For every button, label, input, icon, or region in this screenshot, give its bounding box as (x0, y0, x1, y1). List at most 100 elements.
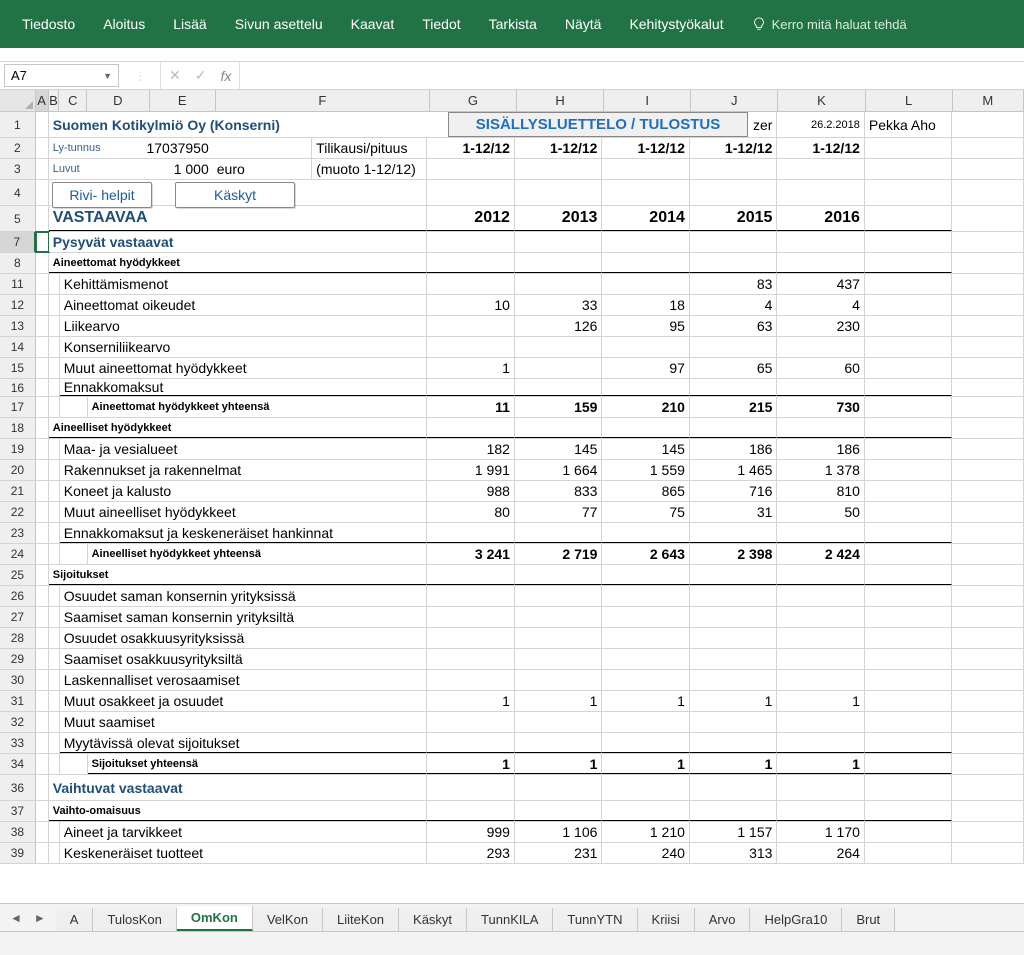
grid-row: 27Saamiset saman konsernin yrityksiltä (0, 607, 1024, 628)
ribbon-tab-aloitus[interactable]: Aloitus (89, 0, 159, 48)
grid-row: 33Myytävissä olevat sijoitukset (0, 733, 1024, 754)
grid-row: 18Aineelliset hyödykkeet (0, 418, 1024, 439)
col-header[interactable]: H (517, 90, 604, 111)
ribbon-tab-kehitystyokalut[interactable]: Kehitystyökalut (615, 0, 737, 48)
row-header[interactable]: 2 (0, 138, 36, 158)
sheet-tab-liitekon[interactable]: LiiteKon (323, 908, 399, 931)
sheet-tab-helpgra10[interactable]: HelpGra10 (750, 908, 842, 931)
grid-row: 7 Pysyvät vastaavat (0, 232, 1024, 253)
grid-row: 20Rakennukset ja rakennelmat1 9911 6641 … (0, 460, 1024, 481)
grid-row: 3 Luvut 1 000 euro (muoto 1-12/12) (0, 159, 1024, 180)
kaskyt-button[interactable]: Käskyt (175, 182, 295, 208)
tell-me-search[interactable]: Kerro mitä haluat tehdä (738, 0, 921, 48)
cancel-icon[interactable]: ✕ (169, 67, 181, 84)
grid-row: 16Ennakkomaksut (0, 379, 1024, 397)
name-box-value: A7 (11, 68, 27, 83)
name-box-divider: ⋮ (121, 62, 161, 89)
formula-buttons: ✕ ✓ fx (161, 62, 240, 89)
sheet-tab-a[interactable]: A (56, 908, 94, 931)
grid-row: 2 Ly-tunnus 17037950 Tilikausi/pituus 1-… (0, 138, 1024, 159)
sheet-tab-tuloskon[interactable]: TulosKon (93, 908, 176, 931)
grid-row: 28Osuudet osakkuusyrityksissä (0, 628, 1024, 649)
chevron-down-icon: ▼ (103, 71, 112, 81)
grid-row: 38Aineet ja tarvikkeet9991 1061 2101 157… (0, 822, 1024, 843)
grid-row: 11Kehittämismenot83437 (0, 274, 1024, 295)
company-name[interactable]: Suomen Kotikylmiö Oy (Konserni) (49, 112, 428, 137)
grid-row: 15Muut aineettomat hyödykkeet1976560 (0, 358, 1024, 379)
row-header[interactable]: 3 (0, 159, 36, 179)
col-header[interactable]: G (430, 90, 517, 111)
col-header[interactable]: J (691, 90, 778, 111)
grid-row: 36Vaihtuvat vastaavat (0, 775, 1024, 801)
grid-row: 17Aineettomat hyödykkeet yhteensä1115921… (0, 397, 1024, 418)
grid-row: 13Liikearvo1269563230 (0, 316, 1024, 337)
grid-row: 30Laskennalliset verosaamiset (0, 670, 1024, 691)
grid-row: 34Sijoitukset yhteensä11111 (0, 754, 1024, 775)
col-header[interactable]: M (953, 90, 1024, 111)
sheet-bar: ◄ ► ATulosKonOmKonVelKonLiiteKonKäskytTu… (0, 903, 1024, 931)
ribbon-tab-tarkista[interactable]: Tarkista (475, 0, 551, 48)
grid-row: 37Vaihto-omaisuus (0, 801, 1024, 822)
formula-input[interactable] (240, 62, 1024, 89)
grid-row: 21Koneet ja kalusto988833865716810 (0, 481, 1024, 502)
sheet-tab-arvo[interactable]: Arvo (695, 908, 751, 931)
col-header[interactable]: B (49, 90, 60, 111)
rivi-helpit-button[interactable]: Rivi- helpit (52, 182, 152, 208)
name-box[interactable]: A7 ▼ (4, 64, 119, 87)
sheet-tab-brut[interactable]: Brut (842, 908, 895, 931)
tell-me-label: Kerro mitä haluat tehdä (772, 17, 907, 32)
sheet-next-icon[interactable]: ► (34, 911, 46, 925)
grid-row: 24Aineelliset hyödykkeet yhteensä3 2412 … (0, 544, 1024, 565)
ribbon-tab-lisaa[interactable]: Lisää (159, 0, 220, 48)
fx-icon[interactable]: fx (220, 68, 231, 84)
status-bar (0, 931, 1024, 955)
col-header[interactable]: I (604, 90, 691, 111)
select-all-corner[interactable] (0, 90, 36, 111)
sheet-tab-käskyt[interactable]: Käskyt (399, 908, 467, 931)
grid-row: 14Konserniliikearvo (0, 337, 1024, 358)
col-header[interactable]: F (216, 90, 430, 111)
ribbon-tab-sivun-asettelu[interactable]: Sivun asettelu (221, 0, 337, 48)
sheet-tab-kriisi[interactable]: Kriisi (638, 908, 695, 931)
row-header[interactable]: 4 (0, 180, 36, 205)
ribbon: Tiedosto Aloitus Lisää Sivun asettelu Ka… (0, 0, 1024, 48)
sheet-prev-icon[interactable]: ◄ (10, 911, 22, 925)
row-header[interactable]: 1 (0, 112, 36, 137)
grid-row: 39Keskeneräiset tuotteet293231240313264 (0, 843, 1024, 864)
col-header[interactable]: L (866, 90, 953, 111)
grid-row: 12Aineettomat oikeudet10331844 (0, 295, 1024, 316)
sheet-nav: ◄ ► (0, 904, 56, 931)
col-header[interactable]: K (778, 90, 865, 111)
confirm-icon[interactable]: ✓ (195, 67, 207, 84)
grid-row: 23Ennakkomaksut ja keskeneräiset hankinn… (0, 523, 1024, 544)
sheet-tab-velkon[interactable]: VelKon (253, 908, 323, 931)
bulb-icon (752, 17, 766, 31)
ribbon-tab-tiedot[interactable]: Tiedot (408, 0, 474, 48)
sisalto-button[interactable]: SISÄLLYSLUETTELO / TULOSTUS (448, 112, 748, 137)
grid-row: 29Saamiset osakkuusyrityksiltä (0, 649, 1024, 670)
row-header[interactable]: 8 (0, 253, 36, 273)
sheet-tab-omkon[interactable]: OmKon (177, 906, 253, 931)
grid-row: 25Sijoitukset (0, 565, 1024, 586)
ribbon-tab-tiedosto[interactable]: Tiedosto (8, 0, 89, 48)
grid: SISÄLLYSLUETTELO / TULOSTUS Rivi- helpit… (0, 112, 1024, 902)
grid-row: 26Osuudet saman konsernin yrityksissä (0, 586, 1024, 607)
row-header[interactable]: 5 (0, 206, 36, 231)
col-header[interactable]: D (87, 90, 149, 111)
grid-row: 8 Aineettomat hyödykkeet (0, 253, 1024, 274)
grid-row: 22Muut aineelliset hyödykkeet8077753150 (0, 502, 1024, 523)
col-header[interactable]: C (59, 90, 87, 111)
ribbon-gap (0, 48, 1024, 62)
formula-bar: A7 ▼ ⋮ ✕ ✓ fx (0, 62, 1024, 90)
ribbon-tab-kaavat[interactable]: Kaavat (337, 0, 409, 48)
row-header[interactable]: 7 (0, 232, 36, 252)
active-cell[interactable] (36, 232, 49, 252)
sheet-tab-tunnkila[interactable]: TunnKILA (467, 908, 553, 931)
sheet-tab-tunnytn[interactable]: TunnYTN (553, 908, 637, 931)
grid-row: 4 (0, 180, 1024, 206)
col-header[interactable]: E (150, 90, 216, 111)
sheet-tabs: ATulosKonOmKonVelKonLiiteKonKäskytTunnKI… (56, 904, 895, 931)
ribbon-tab-nayta[interactable]: Näytä (551, 0, 616, 48)
col-header[interactable]: A (36, 90, 49, 111)
column-headers: A B C D E F G H I J K L M (0, 90, 1024, 112)
